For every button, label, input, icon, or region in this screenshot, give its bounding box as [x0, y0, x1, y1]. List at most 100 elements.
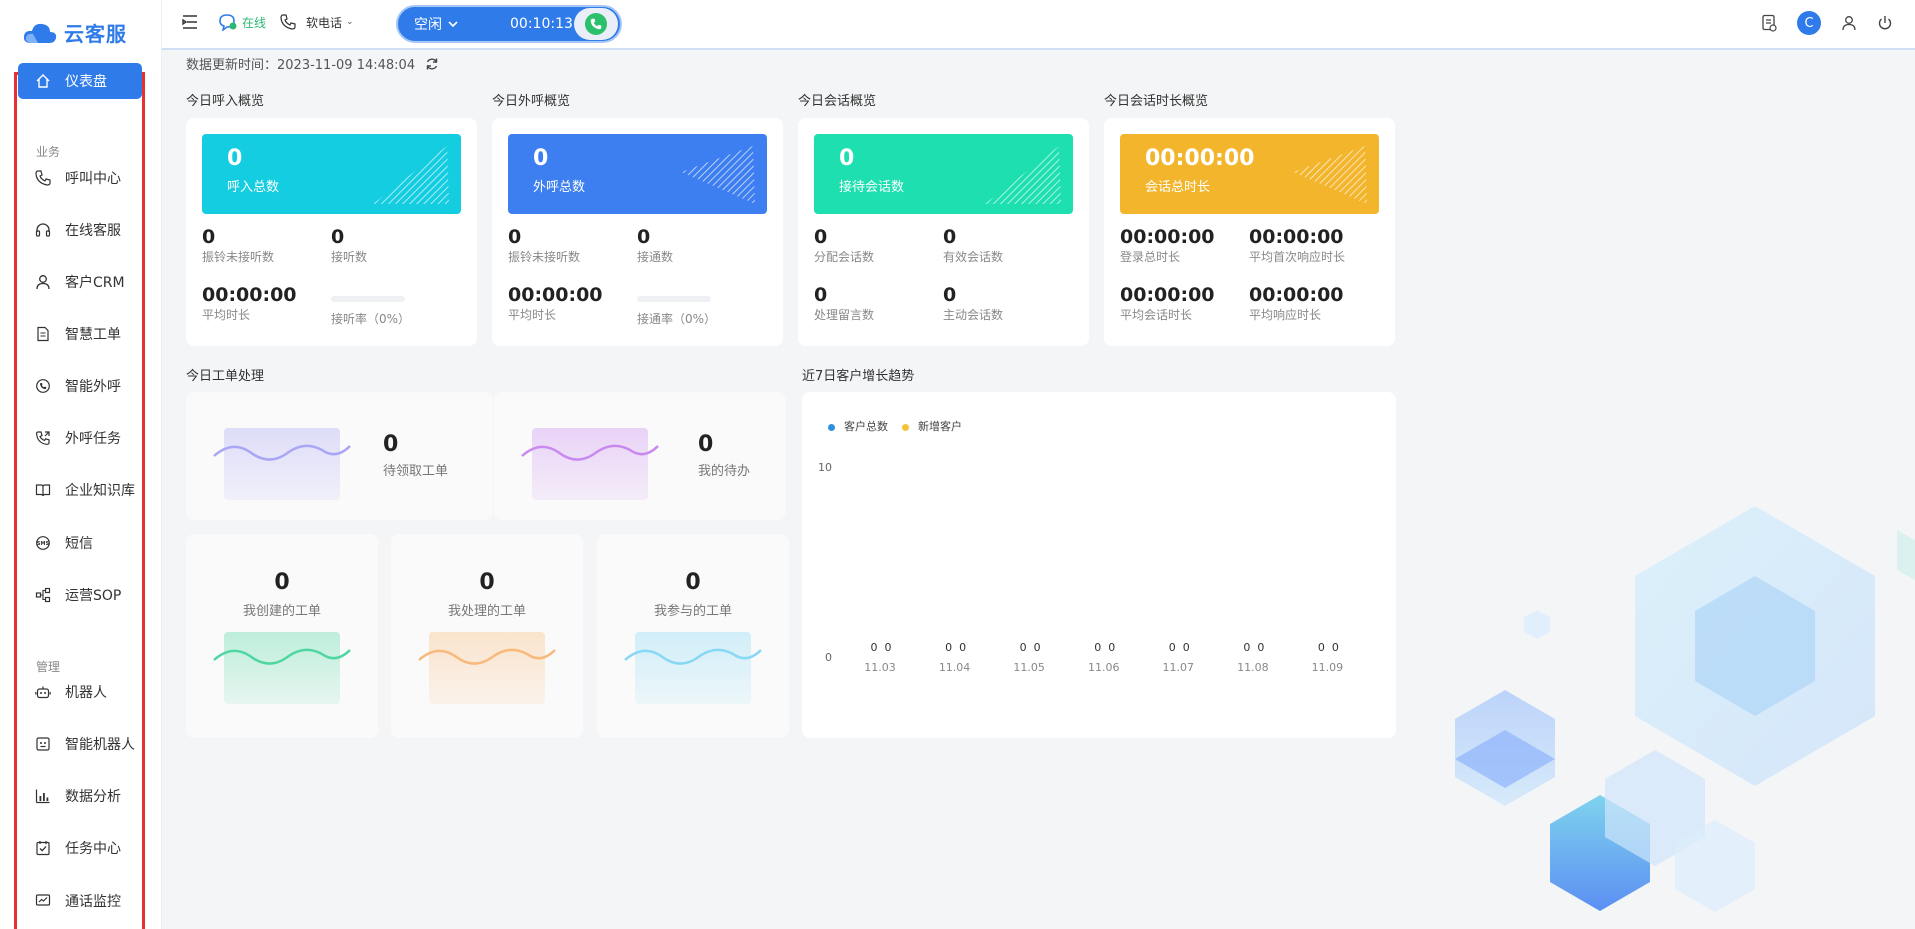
call-status-pill[interactable]: 空闲 00:10:13	[396, 5, 622, 43]
overview-stat: 0 分配会话数	[814, 226, 939, 265]
user-icon	[36, 275, 50, 290]
refresh-icon[interactable]	[425, 57, 439, 71]
sidebar-item-ticket[interactable]: 智慧工单	[18, 316, 142, 352]
rate-bar	[331, 296, 405, 302]
decorative-cubes	[1455, 506, 1915, 912]
x-tick-label: 11.06	[1088, 661, 1120, 674]
hero-label: 外呼总数	[533, 180, 586, 195]
workorder-card[interactable]: 0 待领取工单	[186, 392, 493, 520]
x-tick-label: 11.08	[1237, 661, 1269, 674]
overview-stat: 00:00:00 登录总时长	[1120, 226, 1245, 265]
sidebar-item-task-center[interactable]: 任务中心	[18, 830, 142, 866]
overview-card: 0 接待会话数 0 分配会话数 0 有效会话数 0 处理留言数 0 主动会话数	[798, 118, 1089, 346]
sidebar-item-label: 机器人	[65, 685, 107, 701]
sidebar-item-sop[interactable]: 运营SOP	[18, 577, 142, 613]
phone-answer-icon	[585, 13, 607, 35]
nav-section-manage: 管理	[36, 660, 61, 674]
stat-value: 00:00:00	[1120, 226, 1215, 248]
logo[interactable]: 云客服	[22, 18, 127, 47]
sidebar-item-label: 短信	[65, 536, 93, 552]
sidebar-item-analytics[interactable]: 数据分析	[18, 778, 142, 814]
overview-stat: 0 接通数	[637, 226, 762, 265]
bar-data-label: 0	[871, 641, 878, 654]
sidebar-item-label: 数据分析	[65, 789, 121, 805]
checklist-icon	[36, 841, 50, 856]
sidebar-item-label: 企业知识库	[65, 483, 135, 499]
workorder-card[interactable]: 0 我参与的工单	[597, 534, 789, 738]
overview-stat: 0 振铃未接听数	[202, 226, 327, 265]
avatar[interactable]: C	[1797, 11, 1821, 35]
wave-graphic	[213, 428, 351, 500]
sidebar-item-outbound[interactable]: 智能外呼	[18, 368, 142, 404]
svg-text:SMS: SMS	[37, 541, 50, 547]
bar-data-label: 0	[1169, 641, 1176, 654]
sidebar-item-label: 运营SOP	[65, 588, 122, 604]
workorder-card[interactable]: 0 我的待办	[494, 392, 786, 520]
sidebar-item-dashboard[interactable]: 仪表盘	[18, 63, 142, 99]
bar-data-label: 0	[1034, 641, 1041, 654]
update-label: 数据更新时间：	[186, 58, 278, 73]
overview-card: 0 外呼总数 0 振铃未接听数 0 接通数 00:00:00 平均时长 接通率（0%）	[492, 118, 783, 346]
bar-data-label: 0	[885, 641, 892, 654]
stat-label: 平均时长	[202, 308, 251, 322]
stat-value: 0	[331, 226, 345, 248]
decorative-triangle	[985, 146, 1061, 204]
power-icon[interactable]	[1877, 15, 1893, 31]
answer-call-button[interactable]	[574, 8, 618, 40]
workorder-value: 0	[685, 570, 701, 595]
whatsapp-phone-icon	[36, 379, 50, 393]
stat-value: 0	[814, 284, 828, 306]
overview-card: 00:00:00 会话总时长 00:00:00 登录总时长 00:00:00 平均首次…	[1104, 118, 1395, 346]
stat-label: 接听率（0%）	[331, 312, 411, 326]
trend-chart-card: 客户总数 新增客户 10 0 0 0 11.03 0 0 11.04 0 0 11.05 0 0 11.06…	[802, 392, 1396, 738]
workorder-card[interactable]: 0 我处理的工单	[391, 534, 583, 738]
sidebar-item-crm[interactable]: 客户CRM	[18, 264, 142, 300]
call-state-select[interactable]: 空闲	[414, 14, 458, 34]
workorder-card[interactable]: 0 我创建的工单	[186, 534, 378, 738]
y-tick-label: 10	[818, 461, 832, 474]
stat-label: 平均时长	[508, 308, 557, 322]
workorder-value: 0	[383, 432, 399, 457]
menu-toggle-icon[interactable]	[182, 15, 198, 33]
stat-value: 0	[943, 284, 957, 306]
sidebar-item-call-monitor[interactable]: 通话监控	[18, 883, 142, 919]
sidebar-item-label: 智能外呼	[65, 379, 121, 395]
notes-icon[interactable]	[1761, 14, 1777, 32]
stat-value: 00:00:00	[1249, 226, 1344, 248]
trend-chart: 1000 011.030 011.040 011.050 011.060 011.070 0…	[818, 461, 1343, 674]
sidebar-item-label: 任务中心	[65, 841, 121, 857]
bar-data-label: 0	[1332, 641, 1339, 654]
call-state-text: 空闲	[414, 17, 442, 33]
stat-label: 平均会话时长	[1120, 308, 1193, 322]
decorative-triangle	[373, 146, 449, 204]
sidebar-item-smart-robot[interactable]: 智能机器人	[18, 726, 142, 762]
y-tick-label: 0	[825, 651, 832, 664]
sidebar-item-robot[interactable]: 机器人	[18, 674, 142, 710]
bar-data-label: 0	[959, 641, 966, 654]
bar-data-label: 0	[1257, 641, 1264, 654]
overview-hero: 0 外呼总数	[508, 134, 767, 214]
softphone-select[interactable]: 软电话	[306, 14, 342, 31]
bar-data-label: 0	[1243, 641, 1250, 654]
sidebar-item-knowledge[interactable]: 企业知识库	[18, 472, 142, 508]
workorder-label: 我的待办	[698, 464, 751, 479]
sidebar-item-outbound-task[interactable]: 外呼任务	[18, 420, 142, 456]
sidebar-item-online-service[interactable]: 在线客服	[18, 212, 142, 248]
rate-bar	[637, 296, 711, 302]
online-status-text: 在线	[242, 15, 267, 30]
agent-status[interactable]: 在线 软电话 ⌄	[218, 13, 354, 31]
hero-value: 0	[533, 146, 549, 171]
user-icon[interactable]	[1841, 15, 1857, 31]
headset-icon	[35, 223, 51, 237]
workorder-label: 我处理的工单	[447, 604, 526, 619]
wave-graphic	[521, 428, 659, 500]
chat-status-icon	[219, 14, 237, 31]
flow-icon	[35, 587, 51, 603]
stat-label: 分配会话数	[814, 250, 875, 264]
sidebar-item-label: 智慧工单	[65, 327, 121, 343]
stat-label: 处理留言数	[814, 308, 875, 322]
sidebar-item-sms[interactable]: SMS 短信	[18, 525, 142, 561]
sidebar-item-call-center[interactable]: 呼叫中心	[18, 160, 142, 196]
bar-data-label: 0	[945, 641, 952, 654]
sidebar-item-label: 在线客服	[65, 223, 121, 239]
